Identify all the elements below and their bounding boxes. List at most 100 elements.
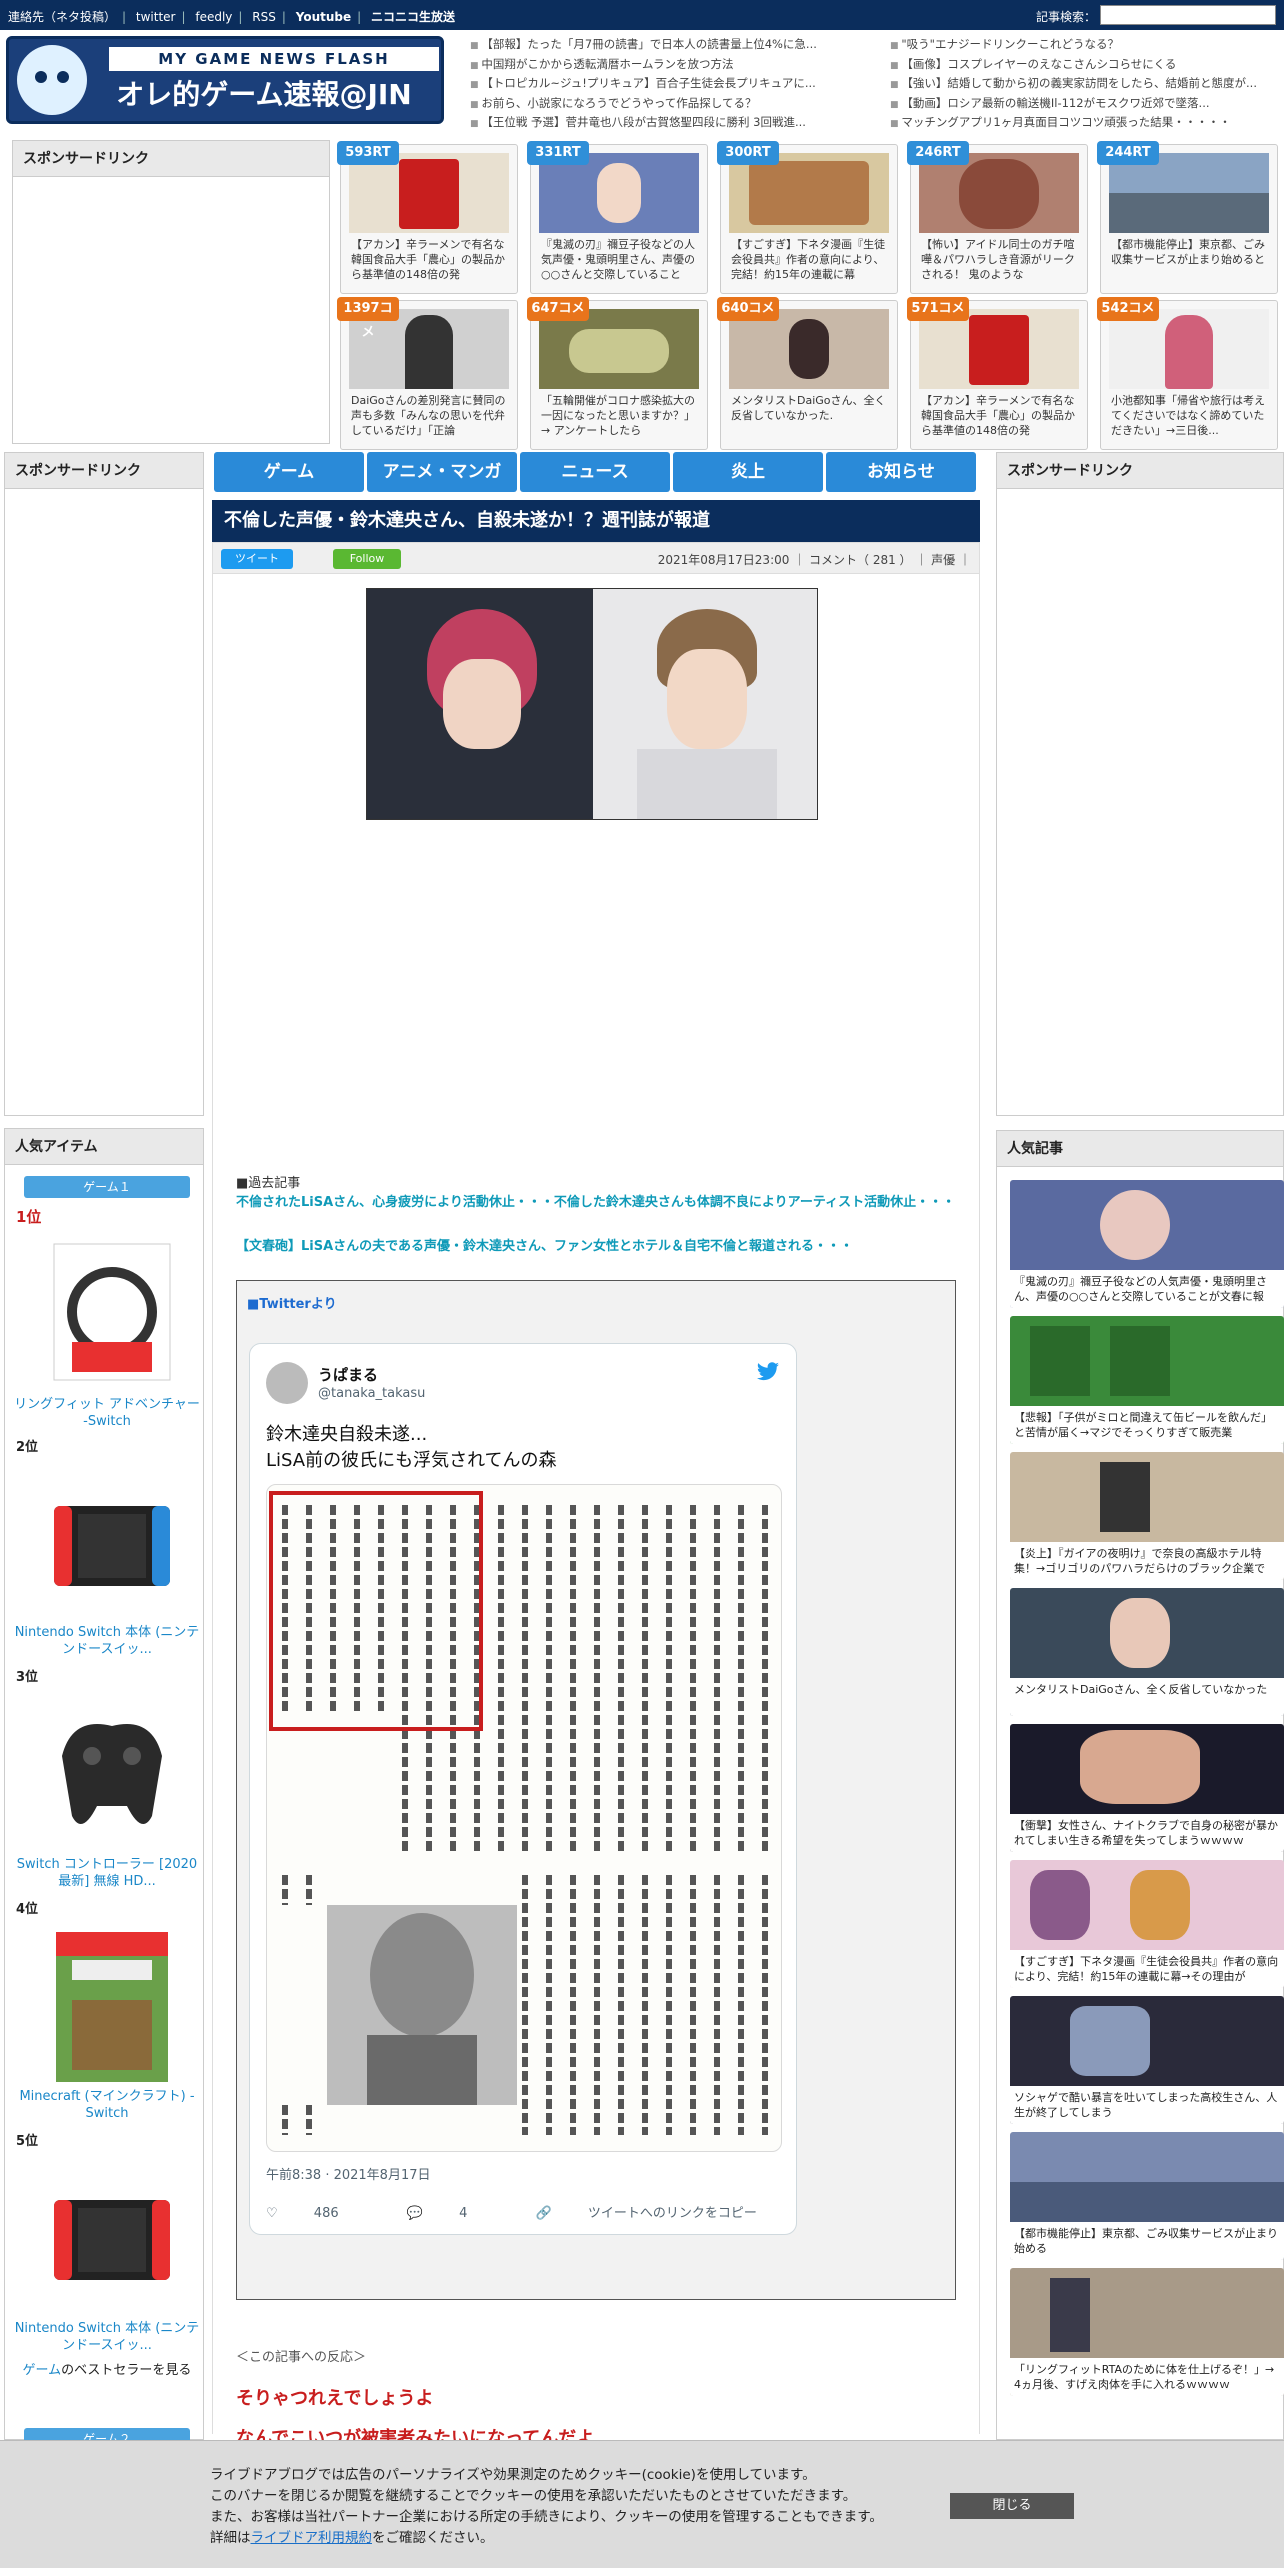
- ranking-card-text: DaiGoさんの差別発言に賛同の声も多数「みんなの思いを代弁しているだけ」「正論: [351, 394, 506, 437]
- cookie-line-suffix: をご確認ください。: [372, 2530, 494, 2546]
- bestseller-link[interactable]: ゲームのベストセラーを見る: [14, 2362, 200, 2380]
- past-article-link[interactable]: 【文春砲】LiSAさんの夫である声優・鈴木達央さん、ファン女性とホテル＆自宅不倫…: [236, 1236, 966, 1258]
- sponsor-box-right: スポンサードリンク: [996, 452, 1284, 1116]
- comment-badge: 640コメ: [717, 297, 779, 321]
- header-news-item[interactable]: 【画像】コスプレイヤーのえなこさんシコらせにくる: [890, 56, 1280, 76]
- header-news-item[interactable]: マッチングアプリ1ヶ月真面目コツコツ頑張った結果・・・・・: [890, 114, 1280, 134]
- product-image[interactable]: [52, 1696, 172, 1846]
- popular-article[interactable]: 【衝撃】女性さん、ナイトクラブで自身の秘密が暴かれてしまい生きる希望を失ってしま…: [1010, 1724, 1284, 1852]
- youtube-link[interactable]: Youtube: [296, 10, 351, 24]
- sponsor-title: スポンサードリンク: [997, 453, 1283, 489]
- ranking-card-text: メンタリストDaiGoさん、全く反省していなかった.: [731, 394, 886, 422]
- tweet-button[interactable]: ツイート: [221, 549, 293, 569]
- popular-article[interactable]: 【都市機能停止】東京都、ごみ収集サービスが止まり始める: [1010, 2132, 1284, 2260]
- ranking-card[interactable]: 640コメ メンタリストDaiGoさん、全く反省していなかった.: [717, 297, 898, 450]
- terms-link[interactable]: ライブドア利用規約: [251, 2530, 373, 2546]
- embedded-tweet[interactable]: うぱまる @tanaka_takasu 鈴木達央自殺未遂... LiSA前の彼氏…: [249, 1343, 797, 2235]
- feedly-link[interactable]: feedly: [195, 10, 232, 24]
- tweet-attached-image[interactable]: [266, 1484, 782, 2152]
- ranking-card[interactable]: 244RT 【都市機能停止】東京都、ごみ収集サービスが止まり始めると: [1097, 141, 1278, 294]
- product-title[interactable]: Nintendo Switch 本体 (ニンテンドースイッ...: [14, 1624, 200, 1658]
- header-news-item[interactable]: 【王位戦 予選】菅井竜也八段が古賀悠聖四段に勝利 3回戦進...: [470, 114, 880, 134]
- popular-article-title: 【衝撃】女性さん、ナイトクラブで自身の秘密が暴かれてしまい生きる希望を失ってしま…: [1010, 1814, 1284, 1852]
- product-title[interactable]: Nintendo Switch 本体 (ニンテンドースイッ...: [14, 2320, 200, 2354]
- popular-items-title: 人気アイテム: [5, 1129, 203, 1165]
- header-news-item[interactable]: 【部報】たった「月7冊の読書」で日本人の読書量上位4%に急...: [470, 36, 880, 56]
- tweet-author-name[interactable]: うぱまる: [318, 1364, 378, 1385]
- like-count: 486: [313, 2206, 339, 2221]
- header-news-item[interactable]: 【トロピカル~ジュ!プリキュア】百合子生徒会長プリキュアに...: [470, 75, 880, 95]
- popular-article[interactable]: ソシャゲで酷い暴言を吐いてしまった高校生さん、人生が終了してしまう: [1010, 1996, 1284, 2124]
- reaction-label: ＜この記事への反応＞: [236, 2350, 367, 2365]
- ranking-card[interactable]: 1397コメ DaiGoさんの差別発言に賛同の声も多数「みんなの思いを代弁してい…: [337, 297, 518, 450]
- rank-label: 3位: [16, 1670, 39, 1685]
- rss-link[interactable]: RSS: [252, 10, 276, 24]
- like-action[interactable]: ♡ 486: [266, 2206, 371, 2221]
- avatar[interactable]: [266, 1362, 308, 1404]
- popular-article[interactable]: 【炎上】『ガイアの夜明け』で奈良の高級ホテル特集！→ゴリゴリのパワハラだらけのブ…: [1010, 1452, 1284, 1580]
- popular-article[interactable]: 【悲報】「子供がミロと間違えて缶ビールを飲んだ」と苦情が届く→マジでそっくりすぎ…: [1010, 1316, 1284, 1444]
- header-news-item[interactable]: お前ら、小説家になろうでどうやって作品探してる？: [470, 95, 880, 115]
- cookie-close-button[interactable]: 閉じる: [950, 2493, 1074, 2519]
- popular-article-title: 【都市機能停止】東京都、ごみ収集サービスが止まり始める: [1010, 2222, 1284, 2260]
- product-image[interactable]: [52, 1242, 172, 1382]
- ranking-card[interactable]: 331RT 『鬼滅の刃』禰豆子役などの人気声優・鬼頭明里さん、声優の○○さんと交…: [527, 141, 708, 294]
- popular-articles-title: 人気記事: [997, 1131, 1283, 1167]
- article-title: 不倫した声優・鈴木達央さん、自殺未遂か！？週刊誌が報道: [212, 500, 980, 542]
- article-hero-image: [366, 588, 818, 820]
- category-game-1[interactable]: ゲーム１: [24, 1176, 190, 1198]
- popular-article[interactable]: 『鬼滅の刃』禰豆子役などの人気声優・鬼頭明里さん、声優の○○さんと交際しているこ…: [1010, 1180, 1284, 1308]
- article-meta-bar: ツイート Follow 2021年08月17日23:00 ｜ コメント（ 281…: [212, 542, 980, 574]
- popular-article[interactable]: 【すごすぎ】下ネタ漫画『生徒会役員共』作者の意向により、完結！約15年の連載に幕…: [1010, 1860, 1284, 1988]
- search-label: 記事検索：: [1036, 10, 1097, 24]
- past-article-link[interactable]: 不倫されたLiSAさん、心身疲労により活動休止・・・不倫した鈴木達央さんも体調不…: [236, 1192, 966, 1214]
- nav-game[interactable]: ゲーム: [214, 452, 364, 492]
- cookie-line: 詳細はライブドア利用規約をご確認ください。: [210, 2528, 883, 2549]
- contact-link[interactable]: 連絡先（ネタ投稿）: [8, 10, 116, 24]
- header-news-item[interactable]: 【動画】ロシア最新の輸送機Il-112がモスクワ近郊で墜落...: [890, 95, 1280, 115]
- ranking-card[interactable]: 542コメ 小池都知事「帰省や旅行は考えてくださいではなく諦めていただきたい」→…: [1097, 297, 1278, 450]
- search-input[interactable]: [1100, 5, 1276, 25]
- header-news-item[interactable]: 中国翔がこかから透転満暦ホームランを放つ方法: [470, 56, 880, 76]
- popular-article[interactable]: メンタリストDaiGoさん、全く反省していなかった: [1010, 1588, 1284, 1716]
- ranking-card[interactable]: 647コメ 「五輪開催がコロナ感染拡大の一因になったと思いますか？」→ アンケー…: [527, 297, 708, 450]
- copy-link-action[interactable]: 🔗 ツイートへのリンクをコピー: [536, 2206, 789, 2221]
- product-title[interactable]: Minecraft (マインクラフト) - Switch: [14, 2088, 200, 2122]
- product-image[interactable]: [52, 1486, 172, 1606]
- tweet-author-handle[interactable]: @tanaka_takasu: [318, 1386, 425, 1401]
- sponsor-title: スポンサードリンク: [13, 141, 329, 177]
- tweet-timestamp[interactable]: 午前8:38 · 2021年8月17日: [266, 2164, 431, 2183]
- nav-notice[interactable]: お知らせ: [826, 452, 976, 492]
- header-news-item[interactable]: 【強い】結婚して動から初の義実家訪問をしたら、結婚前と態度が...: [890, 75, 1280, 95]
- top-links: 連絡先（ネタ投稿） | twitter | feedly | RSS | Youtube…: [8, 10, 456, 24]
- cookie-line-prefix: 詳細は: [210, 2530, 251, 2546]
- product-image[interactable]: [52, 2180, 172, 2300]
- ranking-card[interactable]: 593RT 【アカン】辛ラーメンで有名な韓国食品大手「農心」の製品から基準値の1…: [337, 141, 518, 294]
- product-title[interactable]: リングフィット アドベンチャー -Switch: [14, 1396, 200, 1430]
- nav-anime-manga[interactable]: アニメ・マンガ: [367, 452, 517, 492]
- ranking-card-text: 小池都知事「帰省や旅行は考えてくださいではなく諦めていただきたい」→三日後...: [1111, 394, 1265, 437]
- popular-article[interactable]: 「リングフィットRTAのために体を仕上げるぞ！」→ 4ヵ月後、すげえ肉体を手に入…: [1010, 2268, 1284, 2396]
- popular-article-title: 『鬼滅の刃』禰豆子役などの人気声優・鬼頭明里さん、声優の○○さんと交際しているこ…: [1010, 1270, 1284, 1308]
- cookie-banner: ライブドアブログでは広告のパーソナライズや効果測定のためクッキー(cookie)…: [0, 2440, 1284, 2568]
- rt-badge: 300RT: [717, 141, 779, 165]
- site-logo[interactable]: MY GAME NEWS FLASH オレ的ゲーム速報@JIN: [6, 36, 444, 124]
- ranking-card-text: 【怖い】アイドル同士のガチ喧嘩＆パワハラしき音源がリークされる！ 鬼のような: [921, 238, 1075, 281]
- ranking-card[interactable]: 246RT 【怖い】アイドル同士のガチ喧嘩＆パワハラしき音源がリークされる！ 鬼…: [907, 141, 1088, 294]
- ranking-card[interactable]: 300RT 【すごすぎ】下ネタ漫画『生徒会役員共』作者の意向により、完結！約15…: [717, 141, 898, 294]
- reply-action[interactable]: 💬 4: [407, 2206, 500, 2221]
- header-news-item[interactable]: "吸う"エナジードリンクーこれどうなる？: [890, 36, 1280, 56]
- product-title[interactable]: Switch コントローラー [2020最新] 無線 HD...: [14, 1856, 200, 1890]
- nav-news[interactable]: ニュース: [520, 452, 670, 492]
- ranking-card[interactable]: 571コメ 【アカン】辛ラーメンで有名な韓国食品大手「農心」の製品から基準値の1…: [907, 297, 1088, 450]
- niconico-link[interactable]: ニコニコ生放送: [371, 10, 455, 24]
- twitter-link[interactable]: twitter: [136, 10, 176, 24]
- nav-enjo[interactable]: 炎上: [673, 452, 823, 492]
- rank-label: 2位: [16, 1440, 39, 1455]
- product-image[interactable]: [52, 1930, 172, 2084]
- popular-article-title: ソシャゲで酷い暴言を吐いてしまった高校生さん、人生が終了してしまう: [1010, 2086, 1284, 2124]
- follow-button[interactable]: Follow: [333, 549, 401, 569]
- ranking-card-text: 「五輪開催がコロナ感染拡大の一因になったと思いますか？」→ アンケートしたら: [541, 394, 695, 437]
- twitter-bird-icon[interactable]: [756, 1362, 780, 1387]
- bestseller-category[interactable]: ゲーム: [23, 2363, 62, 2378]
